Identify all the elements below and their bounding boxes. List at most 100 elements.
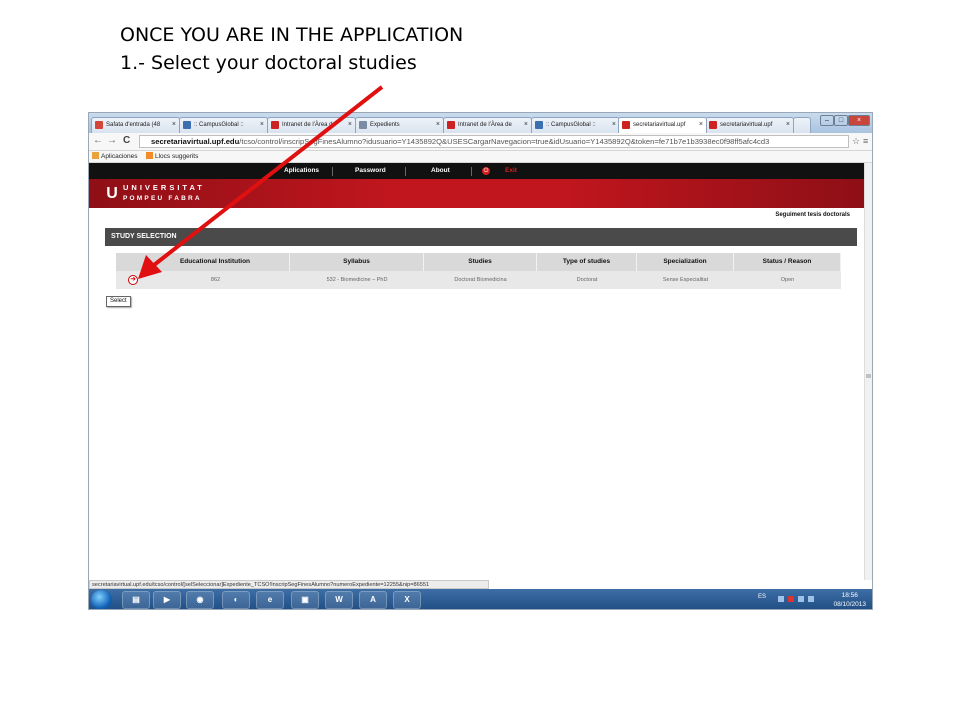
vertical-scrollbar[interactable] — [864, 163, 872, 580]
browser-tab-label: Expedients — [370, 122, 400, 128]
apps-grid-icon — [92, 152, 99, 159]
nav-divider — [332, 167, 333, 176]
tray-arrow-icon[interactable] — [778, 596, 784, 602]
page-subheader: Seguiment tesis doctorals — [775, 212, 850, 218]
campus-global-icon — [535, 121, 543, 129]
browser-tab-label: Intranet de l'Àrea de — [282, 122, 336, 128]
browser-tab[interactable]: Intranet de l'Àrea de × — [267, 117, 356, 133]
close-icon[interactable]: × — [348, 118, 352, 132]
tab-strip: Safata d'entrada (48 × :: CampusGlobal :… — [89, 113, 872, 133]
browser-tab-label: :: CampusGlobal :: — [546, 122, 596, 128]
url-host: secretariavirtual.upf.edu — [151, 137, 240, 146]
browser-tab[interactable]: Intranet de l'Àrea de × — [443, 117, 532, 133]
chrome-icon[interactable]: ◉ — [186, 591, 214, 609]
browser-tab-label: Safata d'entrada (48 — [106, 122, 161, 128]
scrollbar-thumb[interactable] — [866, 374, 871, 378]
slide-title-line1: ONCE YOU ARE IN THE APPLICATION — [120, 24, 464, 46]
browser-tab[interactable]: :: CampusGlobal :: × — [531, 117, 620, 133]
windows-taskbar: ▤ ▶ ◉ ◐ e ▣ W A X ES 18:56 08/10/2013 — [89, 589, 872, 609]
section-title: STUDY SELECTION — [105, 228, 857, 246]
table-cell: Doctorat Biomedicina — [454, 277, 507, 283]
flag-icon[interactable] — [788, 596, 794, 602]
bookmarks-bar: Aplicaciones Llocs suggerits — [89, 151, 872, 163]
column-header: Type of studies — [537, 253, 637, 271]
nav-exit[interactable]: Exit — [505, 163, 517, 179]
acrobat-icon[interactable]: A — [359, 591, 387, 609]
close-icon[interactable]: × — [786, 118, 790, 132]
app-icon[interactable]: ◐ — [222, 591, 250, 609]
close-icon[interactable]: × — [172, 118, 176, 132]
bookmark-apps[interactable]: Aplicaciones — [92, 151, 138, 162]
minimize-button[interactable]: – — [820, 115, 834, 126]
university-name-line1: UNIVERSITAT — [123, 183, 205, 192]
status-bar: secretariavirtual.upf.edu/tcso/control/[… — [89, 580, 489, 589]
browser-tab[interactable]: secretariavirtual.upf × — [705, 117, 794, 133]
upf-favicon-icon — [447, 121, 455, 129]
site-top-nav: Aplications Password About ⏻ Exit — [89, 163, 864, 179]
table-header: Educational Institution Syllabus Studies… — [116, 253, 841, 271]
browser-tab-label: Intranet de l'Àrea de — [458, 122, 512, 128]
table-cell: 862 — [210, 277, 221, 283]
site-header: U UNIVERSITAT POMPEU FABRA — [89, 179, 864, 208]
file-explorer-icon[interactable]: ▤ — [122, 591, 150, 609]
new-tab-button[interactable] — [793, 117, 811, 133]
close-icon[interactable]: × — [612, 118, 616, 132]
address-bar[interactable]: secretariavirtual.upf.edu/tcso/control/i… — [139, 135, 849, 148]
power-icon[interactable]: ⏻ — [482, 167, 490, 175]
app-icon[interactable]: ▣ — [291, 591, 319, 609]
nav-about[interactable]: About — [431, 163, 450, 179]
slide-title-line2: 1.- Select your doctoral studies — [120, 52, 417, 74]
table-cell: 532 - Biomedicine – PhD — [326, 277, 388, 283]
reload-icon[interactable]: C — [123, 135, 130, 147]
browser-tab-active[interactable]: secretariavirtual.upf × — [618, 117, 707, 133]
browser-tab-label: :: CampusGlobal :: — [194, 122, 244, 128]
campus-global-icon — [183, 121, 191, 129]
url-path: /tcso/control/inscripSegFinesAlumno?idus… — [239, 137, 770, 146]
nav-aplications[interactable]: Aplications — [284, 163, 319, 179]
media-player-icon[interactable]: ▶ — [153, 591, 181, 609]
upf-logo[interactable]: U — [99, 181, 125, 207]
upf-favicon-icon — [709, 121, 717, 129]
word-icon[interactable]: W — [325, 591, 353, 609]
volume-icon[interactable] — [808, 596, 814, 602]
close-icon[interactable]: × — [524, 118, 528, 132]
select-study-button[interactable]: ➜ — [128, 275, 138, 285]
forward-icon[interactable]: → — [107, 135, 117, 147]
menu-icon[interactable]: ≡ — [863, 135, 868, 147]
nav-divider — [471, 167, 472, 176]
upf-favicon-icon — [271, 121, 279, 129]
browser-tab-label: secretariavirtual.upf — [720, 122, 773, 128]
clock-time: 18:56 — [841, 592, 858, 599]
close-window-button[interactable]: × — [848, 115, 870, 126]
page-viewport: Aplications Password About ⏻ Exit U UNIV… — [89, 163, 864, 580]
university-name-line2: POMPEU FABRA — [123, 195, 202, 202]
column-header: Educational Institution — [141, 253, 290, 271]
column-header: Specialization — [637, 253, 734, 271]
clock[interactable]: 18:56 08/10/2013 — [833, 591, 866, 609]
browser-toolbar: ← → C secretariavirtual.upf.edu/tcso/con… — [89, 133, 872, 151]
start-button[interactable] — [91, 590, 112, 609]
browser-tab-label: secretariavirtual.upf — [633, 122, 686, 128]
table-cell: Open — [780, 277, 795, 283]
column-header: Syllabus — [290, 253, 424, 271]
column-header: Studies — [424, 253, 537, 271]
close-icon[interactable]: × — [436, 118, 440, 132]
table-row: 862 532 - Biomedicine – PhD Doctorat Bio… — [116, 271, 841, 289]
browser-tab[interactable]: Expedients × — [355, 117, 444, 133]
upf-favicon-icon — [622, 121, 630, 129]
nav-password[interactable]: Password — [355, 163, 386, 179]
browser-tab[interactable]: Safata d'entrada (48 × — [91, 117, 180, 133]
bookmark-suggested[interactable]: Llocs suggerits — [146, 151, 198, 162]
maximize-button[interactable]: □ — [834, 115, 848, 126]
bookmark-star-icon[interactable]: ☆ — [852, 135, 860, 147]
page-icon — [359, 121, 367, 129]
close-icon[interactable]: × — [699, 118, 703, 132]
language-indicator[interactable]: ES — [758, 594, 766, 600]
browser-tab[interactable]: :: CampusGlobal :: × — [179, 117, 268, 133]
internet-explorer-icon[interactable]: e — [256, 591, 284, 609]
select-tooltip: Select — [106, 296, 131, 307]
close-icon[interactable]: × — [260, 118, 264, 132]
excel-icon[interactable]: X — [393, 591, 421, 609]
back-icon[interactable]: ← — [93, 135, 103, 147]
network-icon[interactable] — [798, 596, 804, 602]
